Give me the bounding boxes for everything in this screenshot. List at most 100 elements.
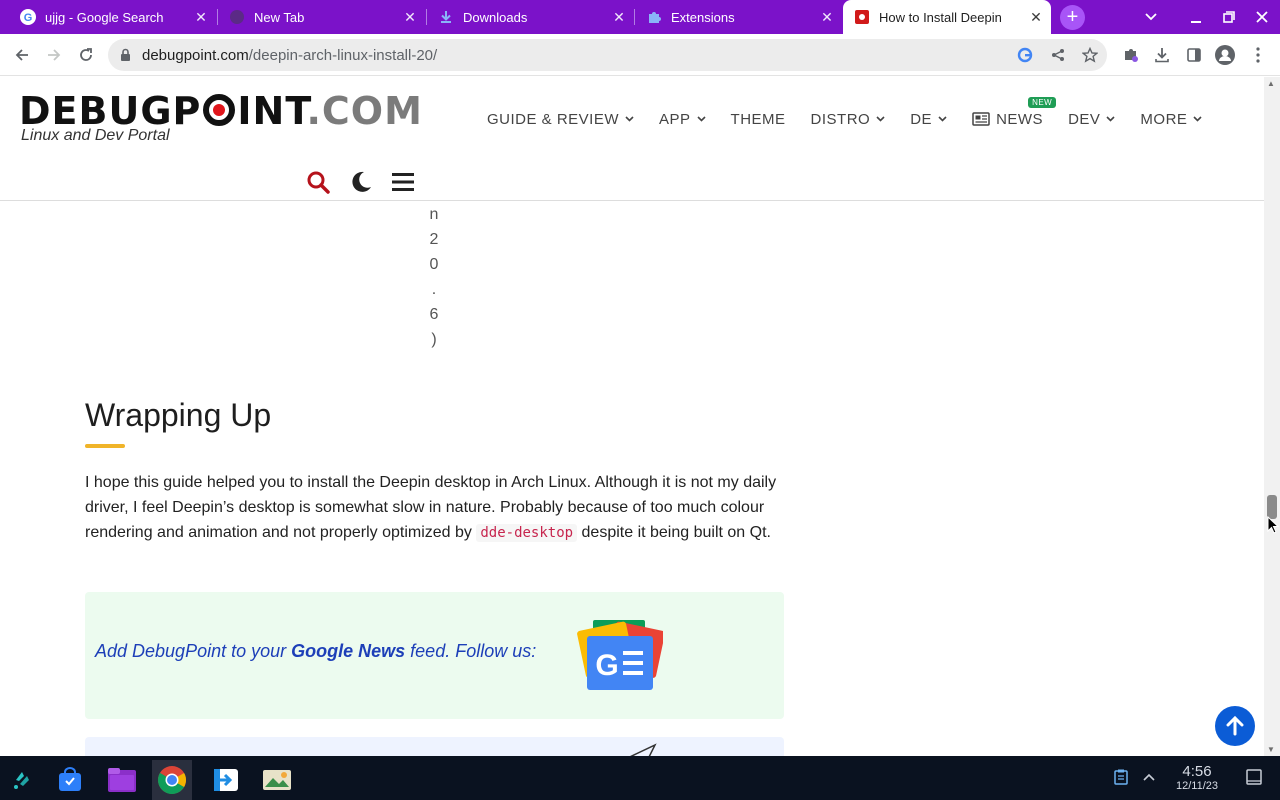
- chevron-down-icon: [876, 116, 885, 122]
- kebab-menu-icon[interactable]: [1248, 45, 1268, 65]
- inline-code: dde-desktop: [476, 524, 578, 542]
- nav-de[interactable]: DE: [910, 111, 947, 128]
- tab-strip: G ujjg - Google Search ✕ New Tab ✕ Downl…: [0, 0, 1280, 34]
- nav-guide-review[interactable]: GUIDE & REVIEW: [487, 111, 634, 128]
- tab-extensions[interactable]: Extensions ✕: [626, 0, 842, 34]
- url-domain: debugpoint.com: [142, 47, 249, 64]
- svg-text:G: G: [595, 649, 618, 682]
- chevron-up-icon[interactable]: [1140, 768, 1158, 786]
- tab-downloads[interactable]: Downloads ✕: [418, 0, 634, 34]
- site-tagline: Linux and Dev Portal: [21, 127, 170, 144]
- close-window-icon[interactable]: [1245, 0, 1279, 34]
- tab-title: ujjg - Google Search: [45, 9, 164, 25]
- google-lens-icon[interactable]: [1016, 46, 1034, 64]
- chevron-down-icon: [1106, 116, 1115, 122]
- scroll-up-arrow-icon[interactable]: ▲: [1267, 79, 1275, 88]
- clock-date: 12/11/23: [1175, 780, 1218, 792]
- browser-toolbar: debugpoint.com/deepin-arch-linux-install…: [0, 34, 1280, 76]
- google-news-promo: Add DebugPoint to your Google News feed.…: [85, 592, 784, 719]
- next-promo-box: [85, 737, 784, 756]
- photos-icon[interactable]: [257, 760, 297, 800]
- notification-center-icon[interactable]: [1245, 768, 1263, 786]
- back-to-top-button[interactable]: [1215, 706, 1255, 746]
- bookmark-star-icon[interactable]: [1081, 46, 1099, 64]
- truncated-caption-text: n 2 0 . 6 ): [426, 202, 442, 352]
- url-text: debugpoint.com/deepin-arch-linux-install…: [142, 47, 437, 64]
- tab-title: How to Install Deepin: [879, 9, 1002, 25]
- web-page: DEBUGP INT.COM Linux and Dev Portal GUIDE…: [0, 77, 1264, 756]
- close-icon[interactable]: ✕: [818, 9, 836, 26]
- gn-prefix: Add DebugPoint to your: [95, 641, 292, 661]
- heading-underline: [85, 444, 125, 448]
- tab-title: New Tab: [254, 9, 305, 25]
- close-icon[interactable]: ✕: [192, 9, 210, 26]
- nav-label: DEV: [1068, 110, 1101, 128]
- nav-label: DISTRO: [810, 110, 871, 128]
- tab-google-search[interactable]: G ujjg - Google Search ✕: [0, 0, 216, 34]
- debugpoint-icon: [854, 9, 870, 25]
- caption-char: 0: [429, 256, 439, 273]
- hamburger-menu-icon[interactable]: [391, 170, 415, 194]
- back-arrow-icon[interactable]: [11, 44, 33, 66]
- nav-news[interactable]: NEWS NEW: [972, 96, 1057, 128]
- chevron-down-icon: [1193, 116, 1202, 122]
- address-bar[interactable]: debugpoint.com/deepin-arch-linux-install…: [108, 39, 1107, 71]
- nav-more[interactable]: MORE: [1140, 111, 1202, 128]
- paragraph-text: despite it being built on Qt.: [577, 524, 771, 541]
- newspaper-icon: [972, 112, 990, 126]
- chevron-down-icon: [696, 116, 706, 122]
- paper-plane-icon: [630, 743, 657, 756]
- tab-search-icon[interactable]: [1134, 0, 1168, 34]
- google-icon: G: [20, 9, 36, 25]
- chevron-down-icon: [938, 116, 947, 122]
- profile-avatar-icon[interactable]: [1215, 45, 1235, 65]
- lock-icon[interactable]: [120, 48, 131, 67]
- gn-brand: Google News: [291, 641, 406, 661]
- clock-time: 4:56: [1182, 763, 1212, 780]
- system-clock[interactable]: 4:56 12/11/23: [1168, 764, 1226, 793]
- nav-theme[interactable]: THEME: [731, 111, 786, 128]
- download-icon: [438, 9, 454, 25]
- caption-char: n: [429, 206, 439, 223]
- close-icon[interactable]: ✕: [1027, 9, 1045, 26]
- reload-icon[interactable]: [75, 44, 97, 66]
- transfer-icon[interactable]: [206, 760, 246, 800]
- mouse-cursor-icon: [1267, 515, 1280, 539]
- new-tab-button[interactable]: +: [1060, 5, 1085, 30]
- tab-how-to-install-deepin[interactable]: How to Install Deepin ✕: [843, 0, 1051, 34]
- caption-char: 6: [429, 306, 439, 323]
- close-icon[interactable]: ✕: [401, 9, 419, 26]
- nav-distro[interactable]: DISTRO: [811, 111, 886, 128]
- share-icon[interactable]: [1049, 46, 1067, 64]
- nav-dev[interactable]: DEV: [1068, 111, 1115, 128]
- tab-title: Downloads: [463, 9, 528, 25]
- tab-title: Extensions: [671, 9, 735, 25]
- downloads-toolbar-icon[interactable]: [1152, 45, 1172, 65]
- clipboard-icon[interactable]: [1112, 768, 1130, 786]
- search-icon[interactable]: [306, 170, 330, 194]
- svg-text:G: G: [24, 12, 33, 24]
- restore-icon[interactable]: [1212, 0, 1246, 34]
- section-heading: Wrapping Up: [85, 397, 272, 433]
- dark-mode-moon-icon[interactable]: [349, 170, 373, 194]
- scroll-down-arrow-icon[interactable]: ▼: [1267, 745, 1275, 754]
- extension-icon[interactable]: [1121, 45, 1141, 65]
- tab-new-tab[interactable]: New Tab ✕: [209, 0, 425, 34]
- forward-arrow-icon[interactable]: [43, 44, 65, 66]
- side-panel-icon[interactable]: [1184, 45, 1204, 65]
- site-header: DEBUGP INT.COM Linux and Dev Portal GUIDE…: [0, 77, 1264, 201]
- nav-label: THEME: [730, 110, 786, 128]
- article-paragraph: I hope this guide helped you to install …: [85, 470, 790, 546]
- chrome-icon[interactable]: [152, 760, 192, 800]
- minimize-icon[interactable]: [1179, 0, 1213, 34]
- launcher-icon[interactable]: [2, 760, 42, 800]
- google-news-cta[interactable]: Add DebugPoint to your Google News feed.…: [95, 641, 536, 662]
- nav-label: NEWS: [996, 110, 1044, 128]
- nav-app[interactable]: APP: [659, 111, 706, 128]
- files-icon[interactable]: [102, 760, 142, 800]
- store-icon[interactable]: [50, 760, 90, 800]
- nav-label: MORE: [1140, 110, 1188, 128]
- page-scrollbar[interactable]: ▲ ▼: [1264, 77, 1280, 756]
- caption-char: .: [431, 281, 437, 298]
- google-news-logo-icon[interactable]: G: [577, 620, 665, 692]
